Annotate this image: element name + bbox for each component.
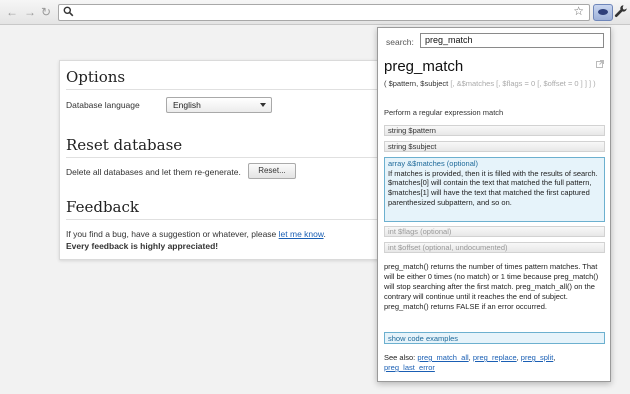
reset-title: Reset database: [66, 136, 183, 154]
reset-button[interactable]: Reset...: [248, 163, 296, 179]
see-also-link[interactable]: preg_replace: [473, 353, 517, 362]
feedback-title: Feedback: [66, 198, 139, 216]
search-label: search:: [386, 37, 414, 47]
back-arrow-icon[interactable]: ←: [6, 5, 18, 19]
search-icon: [63, 6, 74, 17]
param-matches-description: If matches is provided, then it is fille…: [388, 168, 598, 207]
browser-toolbar: ← → ↻ ☆: [0, 0, 630, 25]
let-me-know-link[interactable]: let me know: [279, 229, 324, 239]
see-also: See also: preg_match_all, preg_replace, …: [384, 353, 556, 372]
function-purpose: Perform a regular expression match: [384, 108, 504, 117]
feedback-text: If you find a bug, have a suggestion or …: [66, 229, 326, 239]
external-link-icon[interactable]: [596, 60, 604, 68]
address-bar[interactable]: ☆: [58, 4, 590, 21]
param-pattern[interactable]: string $pattern: [384, 125, 605, 136]
feedback-text-start: If you find a bug, have a suggestion or …: [66, 229, 277, 239]
see-also-link[interactable]: preg_last_error: [384, 363, 435, 372]
see-also-link[interactable]: preg_split: [521, 353, 554, 362]
divider: [66, 157, 386, 158]
function-signature: ( $pattern, $subject [, &$matches [, $fl…: [384, 79, 599, 89]
divider: [66, 219, 386, 220]
options-card: Options Database language English Reset …: [59, 60, 391, 260]
see-also-label: See also:: [384, 353, 416, 362]
php-docs-popup: search: preg_match ( $pattern, $subject …: [377, 27, 611, 382]
signature-required: ( $pattern, $subject: [384, 79, 449, 88]
chevron-down-icon: [260, 103, 266, 107]
param-offset[interactable]: int $offset (optional, undocumented): [384, 242, 605, 253]
reload-icon[interactable]: ↻: [41, 5, 51, 19]
return-description: preg_match() returns the number of times…: [384, 262, 599, 311]
database-language-label: Database language: [66, 100, 140, 110]
show-code-examples-button[interactable]: show code examples: [384, 332, 605, 344]
feedback-text-end: .: [323, 229, 326, 239]
param-matches-expanded[interactable]: array &$matches (optional) If matches is…: [384, 157, 605, 222]
param-matches-label: array &$matches (optional): [388, 159, 479, 168]
forward-arrow-icon[interactable]: →: [24, 5, 36, 19]
search-input[interactable]: [420, 33, 604, 48]
signature-optional: [, &$matches [, $flags = 0 [, $offset = …: [450, 79, 596, 88]
database-language-select[interactable]: English: [166, 97, 272, 113]
options-title: Options: [66, 68, 126, 86]
function-title: preg_match: [384, 58, 464, 75]
feedback-appreciation: Every feedback is highly appreciated!: [66, 241, 219, 251]
param-subject[interactable]: string $subject: [384, 141, 605, 152]
param-flags[interactable]: int $flags (optional): [384, 226, 605, 237]
star-icon[interactable]: ☆: [573, 4, 584, 18]
divider: [66, 89, 386, 90]
database-language-value: English: [173, 100, 201, 110]
extension-eye-icon[interactable]: [593, 4, 613, 21]
see-also-link[interactable]: preg_match_all: [417, 353, 468, 362]
reset-description: Delete all databases and let them re-gen…: [66, 167, 241, 177]
wrench-icon[interactable]: [614, 4, 628, 18]
